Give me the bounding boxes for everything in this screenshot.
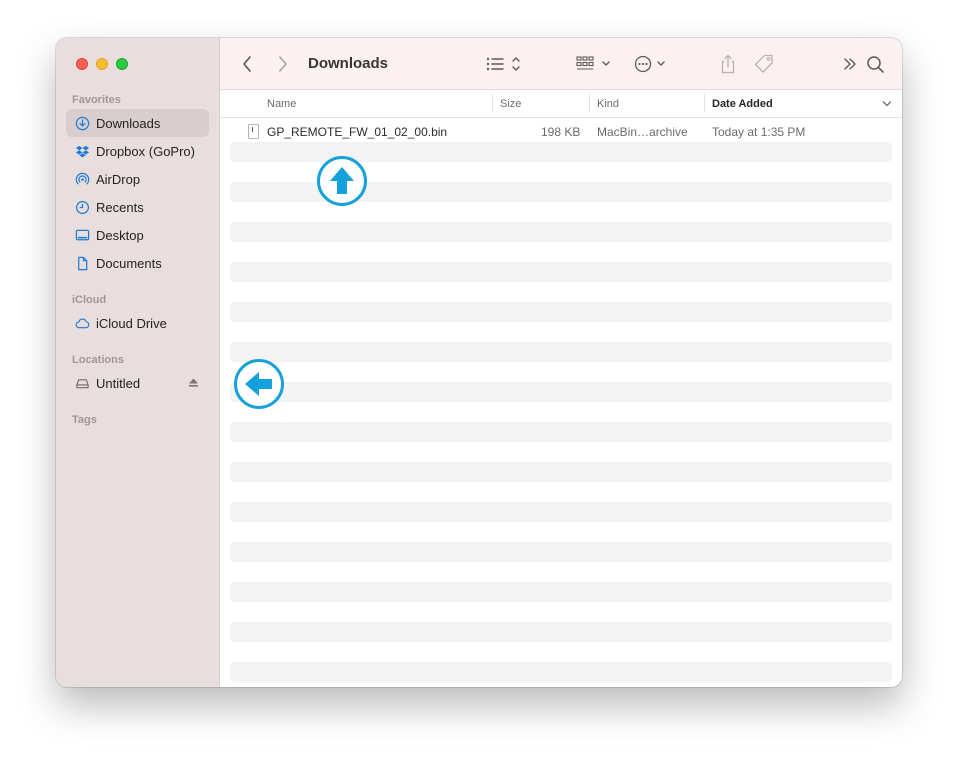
sidebar-section-tags: Tags — [72, 414, 97, 426]
sidebar-item-desktop[interactable]: Desktop — [66, 221, 209, 249]
minimize-window-button[interactable] — [96, 58, 108, 70]
finder-window: Favorites Downloads Dropbox (GoPro) AirD… — [56, 38, 902, 687]
empty-row — [230, 302, 892, 322]
forward-button[interactable] — [276, 52, 290, 76]
file-size: 198 KB — [541, 125, 581, 139]
empty-row — [230, 342, 892, 362]
action-menu-button[interactable] — [634, 52, 670, 76]
file-icon — [248, 124, 259, 139]
window-controls — [76, 58, 128, 70]
tag-icon — [754, 54, 773, 73]
sidebar-item-label: Documents — [96, 255, 162, 271]
column-kind[interactable]: Kind — [597, 98, 619, 110]
column-header: Name Size Kind Date Added — [220, 90, 902, 118]
file-name: GP_REMOTE_FW_01_02_00.bin — [267, 125, 448, 139]
airdrop-icon — [74, 171, 90, 187]
up-arrow-callout — [317, 156, 367, 206]
chevron-right-icon — [279, 56, 287, 72]
empty-row — [230, 462, 892, 482]
column-divider[interactable] — [589, 94, 590, 112]
group-button[interactable] — [576, 52, 614, 76]
search-icon — [867, 56, 884, 73]
zoom-window-button[interactable] — [116, 58, 128, 70]
column-name[interactable]: Name — [267, 98, 296, 110]
sidebar-item-label: Untitled — [96, 375, 141, 391]
clock-icon — [74, 199, 90, 215]
search-button[interactable] — [866, 52, 886, 76]
file-kind: MacBin…archive — [597, 125, 688, 139]
column-divider[interactable] — [704, 94, 705, 112]
cloud-icon — [74, 315, 90, 331]
arrow-up-icon — [330, 167, 354, 194]
back-button[interactable] — [240, 52, 254, 76]
sidebar-section-favorites: Favorites — [72, 94, 121, 106]
sidebar-item-label: Dropbox (GoPro) — [96, 143, 195, 159]
sidebar-item-label: Recents — [96, 199, 144, 215]
sidebar-item-label: Downloads — [96, 115, 161, 131]
more-toolbar-button[interactable] — [842, 52, 858, 76]
chevron-left-icon — [243, 56, 251, 72]
view-options-button[interactable] — [486, 52, 522, 76]
sidebar-section-locations: Locations — [72, 354, 124, 366]
sidebar-item-label: iCloud Drive — [96, 315, 167, 331]
ellipsis-circle-icon — [634, 55, 665, 73]
download-circle-icon — [74, 115, 90, 131]
sidebar-item-label: Desktop — [96, 227, 144, 243]
share-icon — [721, 54, 735, 74]
tags-button[interactable] — [752, 52, 776, 76]
left-arrow-callout — [234, 359, 284, 409]
sidebar-item-airdrop[interactable]: AirDrop — [66, 165, 209, 193]
empty-row — [230, 262, 892, 282]
drive-icon — [74, 375, 90, 391]
grid-group-icon — [576, 56, 610, 70]
list-view-icon — [486, 57, 520, 71]
file-date-added: Today at 1:35 PM — [712, 125, 806, 139]
double-chevron-icon — [844, 58, 856, 70]
sidebar-item-downloads[interactable]: Downloads — [66, 109, 209, 137]
empty-row — [230, 582, 892, 602]
empty-row — [230, 422, 892, 442]
sidebar-item-documents[interactable]: Documents — [66, 249, 209, 277]
sidebar-section-icloud: iCloud — [72, 294, 107, 306]
empty-row — [230, 662, 892, 682]
sidebar: Favorites Downloads Dropbox (GoPro) AirD… — [56, 38, 220, 687]
sidebar-item-label: AirDrop — [96, 171, 141, 187]
desktop-icon — [74, 227, 90, 243]
sidebar-item-icloud-drive[interactable]: iCloud Drive — [66, 309, 209, 337]
empty-row — [230, 382, 892, 402]
sidebar-item-dropbox[interactable]: Dropbox (GoPro) — [66, 137, 209, 165]
empty-row — [230, 502, 892, 522]
file-list: GP_REMOTE_FW_01_02_00.bin 198 KB MacBin…… — [220, 118, 902, 687]
column-date-added[interactable]: Date Added — [712, 98, 773, 110]
empty-row — [230, 222, 892, 242]
column-divider[interactable] — [492, 94, 493, 112]
sidebar-item-untitled[interactable]: Untitled — [66, 369, 209, 397]
window-title: Downloads — [308, 55, 389, 72]
empty-row — [230, 542, 892, 562]
share-button[interactable] — [718, 52, 738, 76]
close-window-button[interactable] — [76, 58, 88, 70]
column-size[interactable]: Size — [500, 98, 521, 110]
sidebar-item-recents[interactable]: Recents — [66, 193, 209, 221]
table-row[interactable]: GP_REMOTE_FW_01_02_00.bin 198 KB MacBin…… — [230, 122, 892, 142]
eject-icon[interactable] — [188, 377, 199, 388]
sort-chevron-down-icon[interactable] — [882, 100, 892, 108]
dropbox-icon — [74, 143, 90, 159]
arrow-left-icon — [245, 372, 272, 396]
empty-row — [230, 622, 892, 642]
toolbar: Downloads — [220, 38, 902, 90]
document-icon — [74, 255, 90, 271]
